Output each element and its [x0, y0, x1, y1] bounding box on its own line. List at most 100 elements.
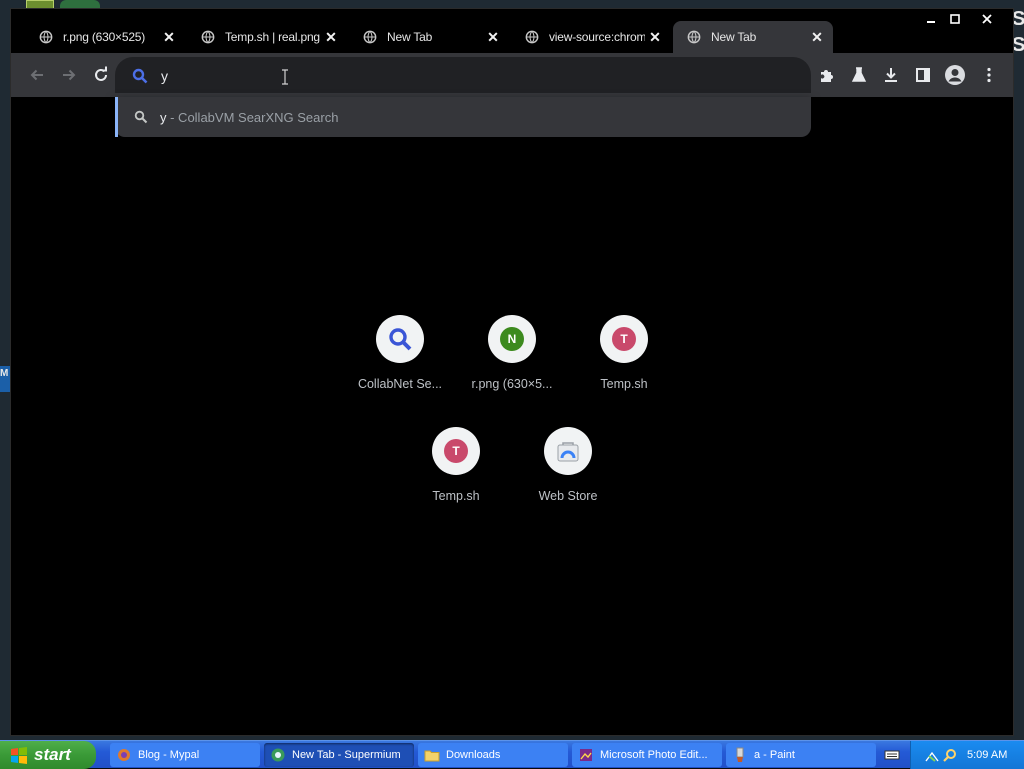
shortcut-letter: T	[444, 439, 468, 463]
tab-close-icon[interactable]: ✕	[321, 27, 341, 47]
browser-window: r.png (630×525) ✕ Temp.sh | real.png ✕ N…	[10, 8, 1014, 736]
side-panel-icon	[916, 68, 930, 82]
avatar-icon	[945, 65, 965, 85]
taskbar-item[interactable]: a - Paint	[726, 743, 876, 767]
shortcut-label: Temp.sh	[432, 489, 480, 503]
shortcut-tile[interactable]: Web Store	[512, 425, 624, 515]
tab-title: New Tab	[387, 30, 433, 44]
address-input[interactable]	[161, 66, 761, 86]
kebab-menu-icon	[987, 67, 991, 83]
tab-close-icon[interactable]: ✕	[483, 27, 503, 47]
back-button[interactable]	[25, 63, 49, 87]
text-cursor-icon	[282, 69, 288, 85]
forward-button[interactable]	[57, 63, 81, 87]
globe-icon	[687, 30, 701, 44]
shortcut-favicon	[544, 427, 592, 475]
shortcut-tile[interactable]: T Temp.sh	[568, 313, 680, 403]
labs-button[interactable]	[847, 63, 871, 87]
shortcut-favicon: T	[600, 315, 648, 363]
taskbar-item-label: Microsoft Photo Edit...	[600, 749, 708, 761]
maximize-icon	[950, 14, 960, 24]
shortcut-tile[interactable]: CollabNet Se...	[344, 313, 456, 403]
globe-icon	[201, 30, 215, 44]
download-icon	[885, 68, 897, 82]
shortcut-favicon: T	[432, 427, 480, 475]
web-store-icon	[557, 442, 579, 462]
close-icon	[982, 14, 992, 24]
shortcut-tile[interactable]: T Temp.sh	[400, 425, 512, 515]
side-panel-button[interactable]	[911, 63, 935, 87]
tab-title: New Tab	[711, 30, 757, 44]
suggestion-item[interactable]: y - CollabVM SearXNG Search	[115, 97, 811, 137]
extensions-button[interactable]	[815, 63, 839, 87]
shortcut-label: Temp.sh	[600, 377, 648, 391]
tab-2[interactable]: Temp.sh | real.png ✕	[187, 21, 347, 53]
tab-3[interactable]: New Tab ✕	[349, 21, 509, 53]
downloads-button[interactable]	[879, 63, 903, 87]
shortcut-label: CollabNet Se...	[357, 377, 443, 391]
paint-icon	[736, 747, 744, 762]
magnifier-icon	[389, 328, 412, 351]
globe-icon	[363, 30, 377, 44]
shortcut-tile[interactable]: N r.png (630×5...	[456, 313, 568, 403]
keyboard-icon[interactable]	[884, 748, 900, 767]
search-icon	[132, 68, 148, 84]
tab-1[interactable]: r.png (630×525) ✕	[25, 21, 185, 53]
tab-5-active[interactable]: New Tab ✕	[673, 21, 833, 53]
address-bar[interactable]	[115, 57, 811, 93]
clock[interactable]: 5:09 AM	[967, 749, 1007, 761]
flask-icon	[851, 67, 867, 82]
photo-editor-icon	[580, 749, 592, 761]
tab-4[interactable]: view-source:chrome:// ✕	[511, 21, 671, 53]
system-tray: 5:09 AM	[910, 741, 1024, 769]
taskbar-item[interactable]: Microsoft Photo Edit...	[572, 743, 722, 767]
tab-title: Temp.sh | real.png	[225, 30, 320, 44]
profile-button[interactable]	[943, 63, 967, 87]
omnibox-suggestions: y - CollabVM SearXNG Search	[115, 97, 811, 137]
shortcut-label: r.png (630×5...	[471, 377, 553, 391]
menu-button[interactable]	[977, 63, 1001, 87]
puzzle-icon	[821, 70, 833, 82]
supermium-browser-icon	[271, 748, 285, 762]
shortcut-letter: T	[612, 327, 636, 351]
suggestion-text: y - CollabVM SearXNG Search	[160, 110, 338, 125]
browser-toolbar	[11, 53, 1013, 97]
reload-icon	[95, 66, 107, 81]
mypal-browser-icon	[118, 749, 130, 761]
taskbar-item-label: Downloads	[446, 749, 501, 761]
tab-title: view-source:chrome://	[549, 30, 645, 44]
reload-button[interactable]	[89, 63, 113, 87]
taskbar: start Blog - Mypal New Tab - Supermium D…	[0, 740, 1024, 769]
taskbar-item-label: Blog - Mypal	[138, 749, 200, 761]
windows-logo-icon	[11, 747, 27, 764]
shortcut-favicon	[376, 315, 424, 363]
tab-close-icon[interactable]: ✕	[159, 27, 179, 47]
start-label: start	[34, 745, 71, 764]
tab-close-icon[interactable]: ✕	[807, 27, 827, 47]
taskbar-item[interactable]: New Tab - Supermium	[264, 743, 414, 767]
tab-strip: r.png (630×525) ✕ Temp.sh | real.png ✕ N…	[11, 9, 1013, 53]
network-icon[interactable]	[925, 748, 939, 762]
start-button[interactable]: start	[0, 741, 96, 769]
taskbar-item-label: New Tab - Supermium	[292, 749, 401, 761]
suggestion-engine: - CollabVM SearXNG Search	[166, 109, 339, 125]
close-window-button[interactable]	[973, 9, 1001, 29]
globe-icon	[39, 30, 53, 44]
search-icon	[134, 110, 148, 124]
search-tray-icon[interactable]	[943, 748, 957, 762]
shortcut-label: Web Store	[538, 489, 598, 503]
minimize-icon	[927, 21, 935, 23]
taskbar-item[interactable]: Downloads	[418, 743, 568, 767]
tab-title: r.png (630×525)	[63, 30, 146, 44]
tab-close-icon[interactable]: ✕	[645, 27, 665, 47]
globe-icon	[525, 30, 539, 44]
taskbar-item[interactable]: Blog - Mypal	[110, 743, 260, 767]
taskbar-item-label: a - Paint	[754, 749, 795, 761]
folder-icon	[424, 750, 440, 762]
desktop-text-fragment: M	[0, 366, 10, 392]
shortcut-letter: N	[500, 327, 524, 351]
maximize-button[interactable]	[941, 9, 969, 29]
back-arrow-icon	[30, 69, 43, 81]
shortcut-favicon: N	[488, 315, 536, 363]
forward-arrow-icon	[63, 69, 76, 81]
